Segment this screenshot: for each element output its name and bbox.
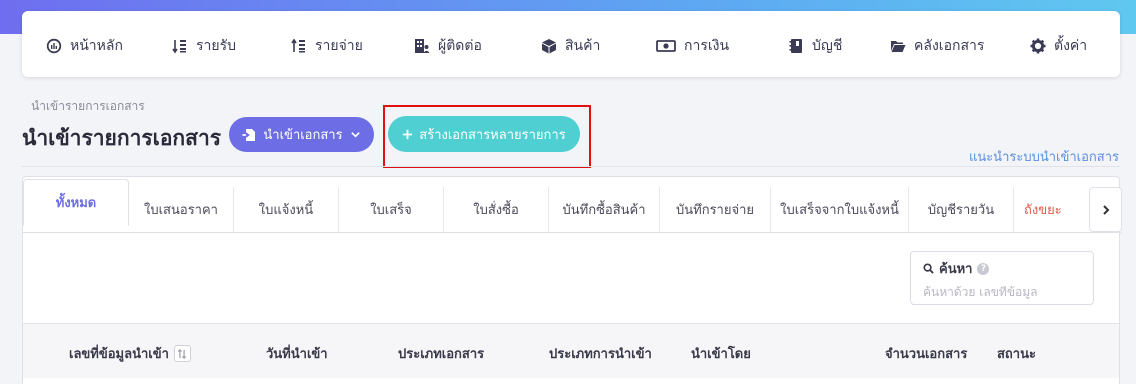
breadcrumb: นำเข้ารายการเอกสาร <box>31 99 145 113</box>
ledger-book-icon <box>788 38 804 54</box>
tab-receipt-from-invoice[interactable]: ใบเสร็จจากใบแจ้งหนี้ <box>771 187 909 232</box>
nav-item-label: บัญชี <box>812 38 843 54</box>
table-header: เลขที่ข้อมูลนำเข้า วันที่นำเข้า ประเภทเอ… <box>23 323 1119 378</box>
dashboard-gauge-icon <box>46 38 62 54</box>
column-header-status: สถานะ <box>997 347 1036 362</box>
folder-open-icon <box>890 38 906 54</box>
main-navbar: หน้าหลัก รายรับ รายจ่าย ผู้ติดต่อ สินค้า… <box>22 11 1120 77</box>
tab-purchase-order[interactable]: ใบสั่งซื้อ <box>444 187 549 232</box>
nav-item-products[interactable]: สินค้า <box>541 35 600 57</box>
column-header-import-number[interactable]: เลขที่ข้อมูลนำเข้า <box>69 343 191 364</box>
document-type-tabs: ทั้งหมด ใบเสนอราคา ใบแจ้งหนี้ ใบเสร็จ ใบ… <box>23 179 1122 233</box>
tab-receipt[interactable]: ใบเสร็จ <box>339 187 444 232</box>
sort-list-icon <box>291 38 307 54</box>
search-input[interactable] <box>923 285 1081 299</box>
chevron-right-icon <box>1100 204 1112 216</box>
nav-item-label: ผู้ติดต่อ <box>438 38 482 54</box>
nav-item-label: สินค้า <box>565 38 601 54</box>
chevron-down-icon <box>350 129 361 140</box>
column-header-document-count: จำนวนเอกสาร <box>885 347 968 362</box>
search-label: ค้นหา <box>939 262 973 277</box>
tab-all[interactable]: ทั้งหมด <box>23 179 129 226</box>
column-header-import-date: วันที่นำเข้า <box>266 347 328 362</box>
box-icon <box>541 38 557 54</box>
import-list-panel: ทั้งหมด ใบเสนอราคา ใบแจ้งหนี้ ใบเสร็จ ใบ… <box>22 176 1122 384</box>
tab-expense-record[interactable]: บันทึกรายจ่าย <box>660 187 771 232</box>
nav-item-contacts[interactable]: ผู้ติดต่อ <box>414 35 482 57</box>
nav-item-home[interactable]: หน้าหลัก <box>46 35 123 57</box>
nav-item-accounting[interactable]: บัญชี <box>788 35 842 57</box>
help-icon[interactable]: ? <box>977 262 990 275</box>
nav-item-docs[interactable]: คลังเอกสาร <box>890 35 984 57</box>
nav-item-label: ตั้งค่า <box>1054 38 1088 54</box>
create-multiple-documents-button[interactable]: สร้างเอกสารหลายรายการ <box>388 116 580 152</box>
column-header-document-type: ประเภทเอกสาร <box>398 347 485 362</box>
import-document-button[interactable]: นำเข้าเอกสาร <box>229 117 374 152</box>
column-header-label: เลขที่ข้อมูลนำเข้า <box>69 347 169 362</box>
nav-item-finance[interactable]: การเงิน <box>656 35 729 57</box>
nav-item-label: รายรับ <box>196 38 236 54</box>
money-bill-icon <box>656 38 676 54</box>
search-box: ค้นหา ? <box>910 251 1094 305</box>
file-import-icon <box>242 128 256 142</box>
plus-icon <box>402 129 413 140</box>
nav-item-income[interactable]: รายรับ <box>172 35 236 57</box>
tab-trash[interactable]: ถังขยะ <box>1014 187 1088 232</box>
tab-journal[interactable]: บัญชีรายวัน <box>909 187 1014 232</box>
search-label-row: ค้นหา ? <box>923 258 1081 279</box>
nav-item-expense[interactable]: รายจ่าย <box>291 35 363 57</box>
contact-building-icon <box>414 38 430 54</box>
tabs-scroll-right-button[interactable] <box>1089 187 1122 232</box>
gear-icon <box>1030 38 1046 54</box>
nav-item-label: การเงิน <box>684 38 730 54</box>
tab-invoice[interactable]: ใบแจ้งหนี้ <box>234 187 339 232</box>
page-title: นำเข้ารายการเอกสาร <box>22 126 222 150</box>
sort-list-icon <box>172 38 188 54</box>
tab-purchase-record[interactable]: บันทึกซื้อสินค้า <box>549 187 660 232</box>
create-button-label: สร้างเอกสารหลายรายการ <box>419 127 566 143</box>
nav-item-label: หน้าหลัก <box>70 38 123 54</box>
search-icon <box>923 263 934 274</box>
column-header-imported-by: นำเข้าโดย <box>691 347 751 362</box>
column-header-import-type: ประเภทการนำเข้า <box>549 347 652 362</box>
tab-quotation[interactable]: ใบเสนอราคา <box>129 187 234 232</box>
nav-item-settings[interactable]: ตั้งค่า <box>1030 35 1087 57</box>
import-button-label: นำเข้าเอกสาร <box>263 128 343 143</box>
header-divider <box>22 166 1120 167</box>
nav-item-label: รายจ่าย <box>315 38 363 54</box>
sort-icon[interactable] <box>173 345 191 362</box>
import-guide-link[interactable]: แนะนำระบบนำเข้าเอกสาร <box>969 146 1119 167</box>
nav-item-label: คลังเอกสาร <box>914 38 985 54</box>
